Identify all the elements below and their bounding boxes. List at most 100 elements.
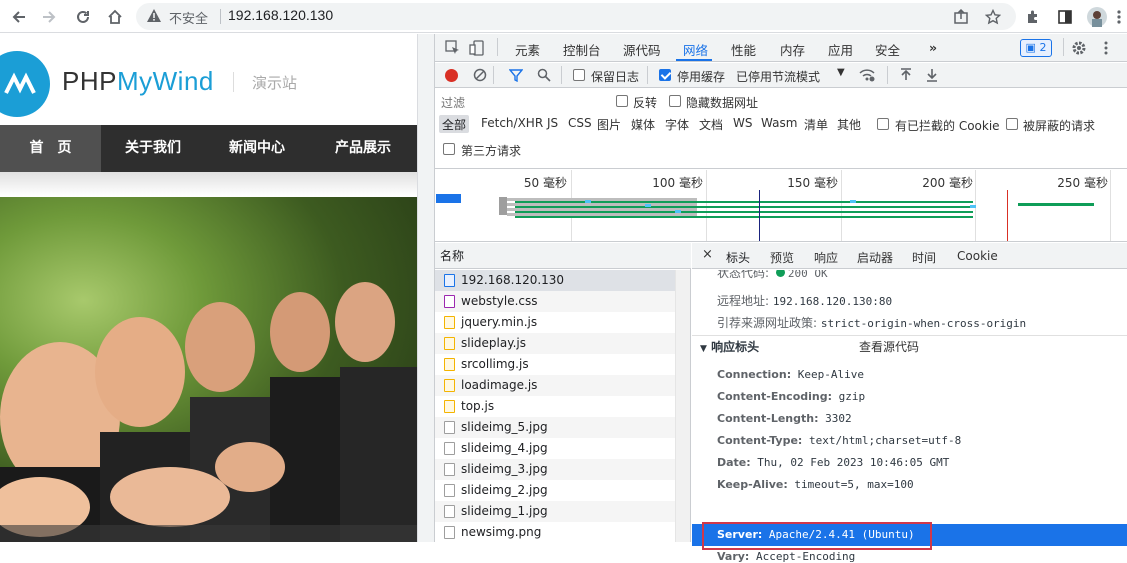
home-icon[interactable] — [104, 6, 126, 28]
request-row[interactable]: srcollimg.js — [435, 354, 675, 375]
settings-gear-icon[interactable] — [1071, 40, 1087, 59]
profile-avatar[interactable] — [1086, 6, 1108, 28]
menu-dots-icon[interactable] — [1108, 6, 1127, 28]
close-detail-icon[interactable]: × — [702, 247, 713, 262]
request-row[interactable]: slideimg_2.jpg — [435, 480, 675, 501]
request-row[interactable]: slideimg_5.jpg — [435, 417, 675, 438]
type-filter-font[interactable]: 字体 — [665, 116, 689, 133]
status-code-label: 状态代码: — [717, 270, 770, 280]
name-column-header[interactable]: 名称 — [435, 243, 691, 269]
header-row[interactable]: Connection: Keep-Alive — [717, 368, 864, 381]
forward-arrow-icon[interactable] — [38, 6, 60, 28]
panel-resizer[interactable] — [417, 34, 434, 542]
filter-input[interactable] — [439, 93, 603, 113]
request-row[interactable]: slideimg_4.jpg — [435, 438, 675, 459]
tab-security[interactable]: 安全 — [875, 40, 900, 59]
share-icon[interactable] — [950, 6, 972, 28]
header-row[interactable]: Content-Type: text/html;charset=utf-8 — [717, 434, 961, 447]
header-row[interactable]: Keep-Alive: timeout=5, max=100 — [717, 478, 914, 491]
type-filter-other[interactable]: 其他 — [837, 116, 861, 133]
type-filter-css[interactable]: CSS — [568, 116, 592, 130]
detail-tab-headers[interactable]: 标头 — [726, 249, 750, 266]
request-row[interactable]: newsimg.png — [435, 522, 675, 543]
throttling-dropdown-icon[interactable]: ▼ — [837, 67, 845, 78]
inspect-element-icon[interactable] — [445, 40, 461, 59]
request-row[interactable]: slideimg_1.jpg — [435, 501, 675, 522]
request-name: slideimg_3.jpg — [461, 462, 548, 476]
header-row[interactable]: Vary: Accept-Encoding — [717, 550, 855, 563]
preserve-log-checkbox[interactable] — [573, 69, 585, 81]
nav-products[interactable]: 产品展示 — [309, 125, 417, 172]
throttling-select[interactable]: 已停用节流模式 — [736, 68, 820, 85]
request-name: slideimg_4.jpg — [461, 441, 548, 455]
tab-elements[interactable]: 元素 — [515, 40, 540, 59]
device-toolbar-icon[interactable] — [469, 40, 485, 59]
request-row[interactable]: webstyle.css — [435, 291, 675, 312]
export-har-icon[interactable] — [925, 68, 939, 85]
more-tabs-chevron-icon[interactable]: » — [929, 40, 937, 55]
filter-funnel-icon[interactable] — [508, 68, 524, 85]
nav-about[interactable]: 关于我们 — [101, 125, 205, 172]
detail-tab-initiator[interactable]: 启动器 — [857, 249, 893, 266]
warning-icon[interactable] — [146, 8, 162, 27]
url-text[interactable]: 192.168.120.130 — [228, 7, 333, 23]
view-source-link[interactable]: 查看源代码 — [859, 338, 919, 355]
nav-news[interactable]: 新闻中心 — [205, 125, 309, 172]
record-icon[interactable] — [445, 69, 458, 82]
hide-data-urls-checkbox[interactable] — [669, 95, 681, 107]
type-filter-wasm[interactable]: Wasm — [761, 116, 797, 130]
logo-icon[interactable] — [0, 51, 50, 117]
detail-tab-response[interactable]: 响应 — [814, 249, 838, 266]
devtools-menu-icon[interactable] — [1103, 40, 1109, 59]
tab-application[interactable]: 应用 — [828, 40, 853, 59]
type-filter-fetch-xhr[interactable]: Fetch/XHR — [481, 116, 543, 130]
invert-checkbox[interactable] — [616, 95, 628, 107]
blocked-cookies-checkbox[interactable] — [877, 118, 889, 130]
header-row[interactable]: Content-Length: 3302 — [717, 412, 852, 425]
response-headers-section-toggle[interactable]: ▼ 响应标头 — [700, 338, 759, 355]
header-row[interactable]: Date: Thu, 02 Feb 2023 10:46:05 GMT — [717, 456, 949, 469]
bookmark-star-icon[interactable] — [982, 6, 1004, 28]
import-har-icon[interactable] — [899, 68, 913, 85]
network-overview-timeline[interactable]: 50 毫秒 100 毫秒 150 毫秒 200 毫秒 250 毫秒 — [435, 170, 1127, 242]
clear-icon[interactable] — [473, 68, 487, 85]
detail-tab-timing[interactable]: 时间 — [912, 249, 936, 266]
detail-tab-cookies[interactable]: Cookie — [957, 249, 998, 263]
request-row[interactable]: jquery.min.js — [435, 312, 675, 333]
tab-memory[interactable]: 内存 — [780, 40, 805, 59]
detail-tab-preview[interactable]: 预览 — [770, 249, 794, 266]
tab-performance[interactable]: 性能 — [731, 40, 756, 59]
header-row[interactable]: Content-Encoding: gzip — [717, 390, 865, 403]
reload-icon[interactable] — [72, 6, 94, 28]
third-party-checkbox[interactable] — [443, 143, 455, 155]
disable-cache-checkbox[interactable] — [659, 69, 671, 81]
search-icon[interactable] — [537, 68, 551, 85]
request-row[interactable]: slideimg_3.jpg — [435, 459, 675, 480]
type-filter-ws[interactable]: WS — [733, 116, 752, 130]
side-panel-icon[interactable] — [1054, 6, 1076, 28]
type-filter-media[interactable]: 媒体 — [631, 116, 655, 133]
tab-network[interactable]: 网络 — [683, 40, 708, 59]
nav-home[interactable]: 首 页 — [0, 125, 101, 172]
request-row[interactable]: top.js — [435, 396, 675, 417]
security-label[interactable]: 不安全 — [169, 8, 208, 27]
issues-badge[interactable]: ▣ 2 — [1020, 39, 1052, 57]
request-row[interactable]: slideplay.js — [435, 333, 675, 354]
type-filter-img[interactable]: 图片 — [597, 116, 621, 133]
request-row[interactable]: 192.168.120.130 — [435, 270, 675, 291]
site-logo-text[interactable]: PHPMyWind — [62, 66, 214, 97]
type-filter-js[interactable]: JS — [547, 116, 558, 130]
request-row[interactable]: loadimage.js — [435, 375, 675, 396]
type-filter-all[interactable]: 全部 — [439, 115, 470, 133]
banner-photo[interactable] — [0, 197, 417, 542]
address-bar[interactable]: 不安全 192.168.120.130 — [136, 3, 1016, 30]
type-filter-manifest[interactable]: 清单 — [804, 116, 828, 133]
tab-console[interactable]: 控制台 — [563, 40, 601, 59]
blocked-requests-checkbox[interactable] — [1006, 118, 1018, 130]
type-filter-doc[interactable]: 文档 — [699, 116, 723, 133]
extensions-puzzle-icon[interactable] — [1022, 6, 1044, 28]
back-arrow-icon[interactable] — [8, 6, 30, 28]
tab-sources[interactable]: 源代码 — [623, 40, 661, 59]
request-list-scrollbar[interactable] — [675, 270, 690, 542]
network-conditions-icon[interactable] — [859, 68, 875, 85]
